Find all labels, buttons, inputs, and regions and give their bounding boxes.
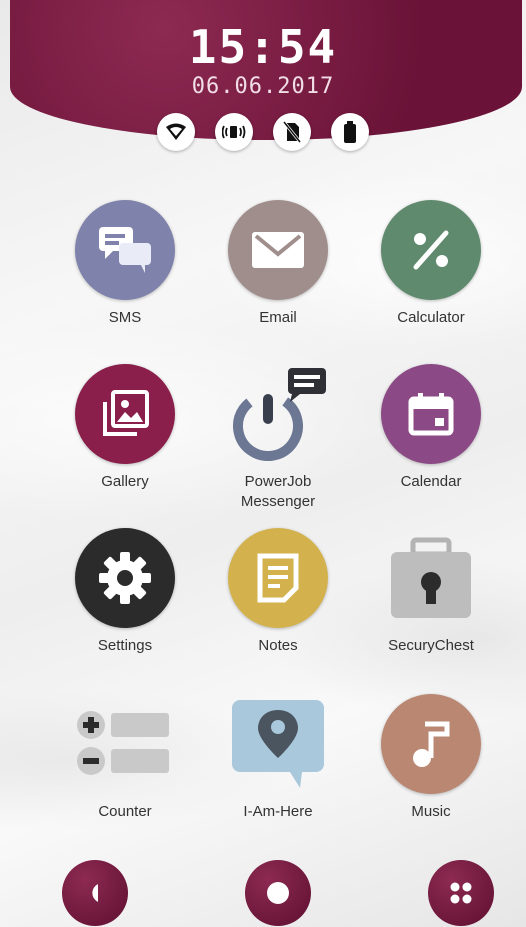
app-sms[interactable]: SMS xyxy=(50,200,200,328)
no-sim-icon[interactable] xyxy=(273,113,311,151)
power-message-icon xyxy=(228,364,328,464)
app-label: Calendar xyxy=(400,473,462,490)
map-pin-icon xyxy=(228,694,328,794)
app-powerjob-messenger[interactable]: PowerJob Messenger xyxy=(203,364,353,512)
app-label: Calculator xyxy=(397,309,465,326)
sms-icon xyxy=(75,200,175,300)
app-label: I-Am-Here xyxy=(243,803,313,820)
app-calculator[interactable]: Calculator xyxy=(356,200,506,328)
email-icon xyxy=(228,200,328,300)
home-circle-icon[interactable] xyxy=(245,860,311,926)
half-moon-icon[interactable] xyxy=(62,860,128,926)
music-icon xyxy=(381,694,481,794)
app-label: Music xyxy=(411,803,451,820)
gear-icon xyxy=(75,528,175,628)
app-label: Counter xyxy=(98,803,152,820)
app-calendar[interactable]: Calendar xyxy=(356,364,506,492)
clock-date: 06.06.2017 xyxy=(191,74,335,99)
app-email[interactable]: Email xyxy=(203,200,353,328)
calculator-icon xyxy=(381,200,481,300)
wifi-icon[interactable] xyxy=(157,113,195,151)
app-notes[interactable]: Notes xyxy=(203,528,353,656)
clock-time: 15:54 xyxy=(188,20,338,74)
status-icons xyxy=(0,113,526,151)
calendar-icon xyxy=(381,364,481,464)
counter-icon xyxy=(75,694,175,794)
app-i-am-here[interactable]: I-Am-Here xyxy=(203,694,353,822)
app-label: PowerJob Messenger xyxy=(240,473,316,510)
app-label: SMS xyxy=(108,309,142,326)
app-grid-icon[interactable] xyxy=(428,860,494,926)
app-counter[interactable]: Counter xyxy=(50,694,200,822)
app-label: Notes xyxy=(258,637,298,654)
app-label: Gallery xyxy=(101,473,149,490)
volume-icon[interactable] xyxy=(215,113,253,151)
notes-icon xyxy=(228,528,328,628)
app-securychest[interactable]: SecuryChest xyxy=(356,528,506,656)
app-gallery[interactable]: Gallery xyxy=(50,364,200,492)
battery-icon[interactable] xyxy=(331,113,369,151)
gallery-icon xyxy=(75,364,175,464)
app-label: SecuryChest xyxy=(388,637,474,654)
app-settings[interactable]: Settings xyxy=(50,528,200,656)
lock-chest-icon xyxy=(381,528,481,628)
app-label: Email xyxy=(259,309,297,326)
app-label: Settings xyxy=(97,637,153,654)
app-music[interactable]: Music xyxy=(356,694,506,822)
